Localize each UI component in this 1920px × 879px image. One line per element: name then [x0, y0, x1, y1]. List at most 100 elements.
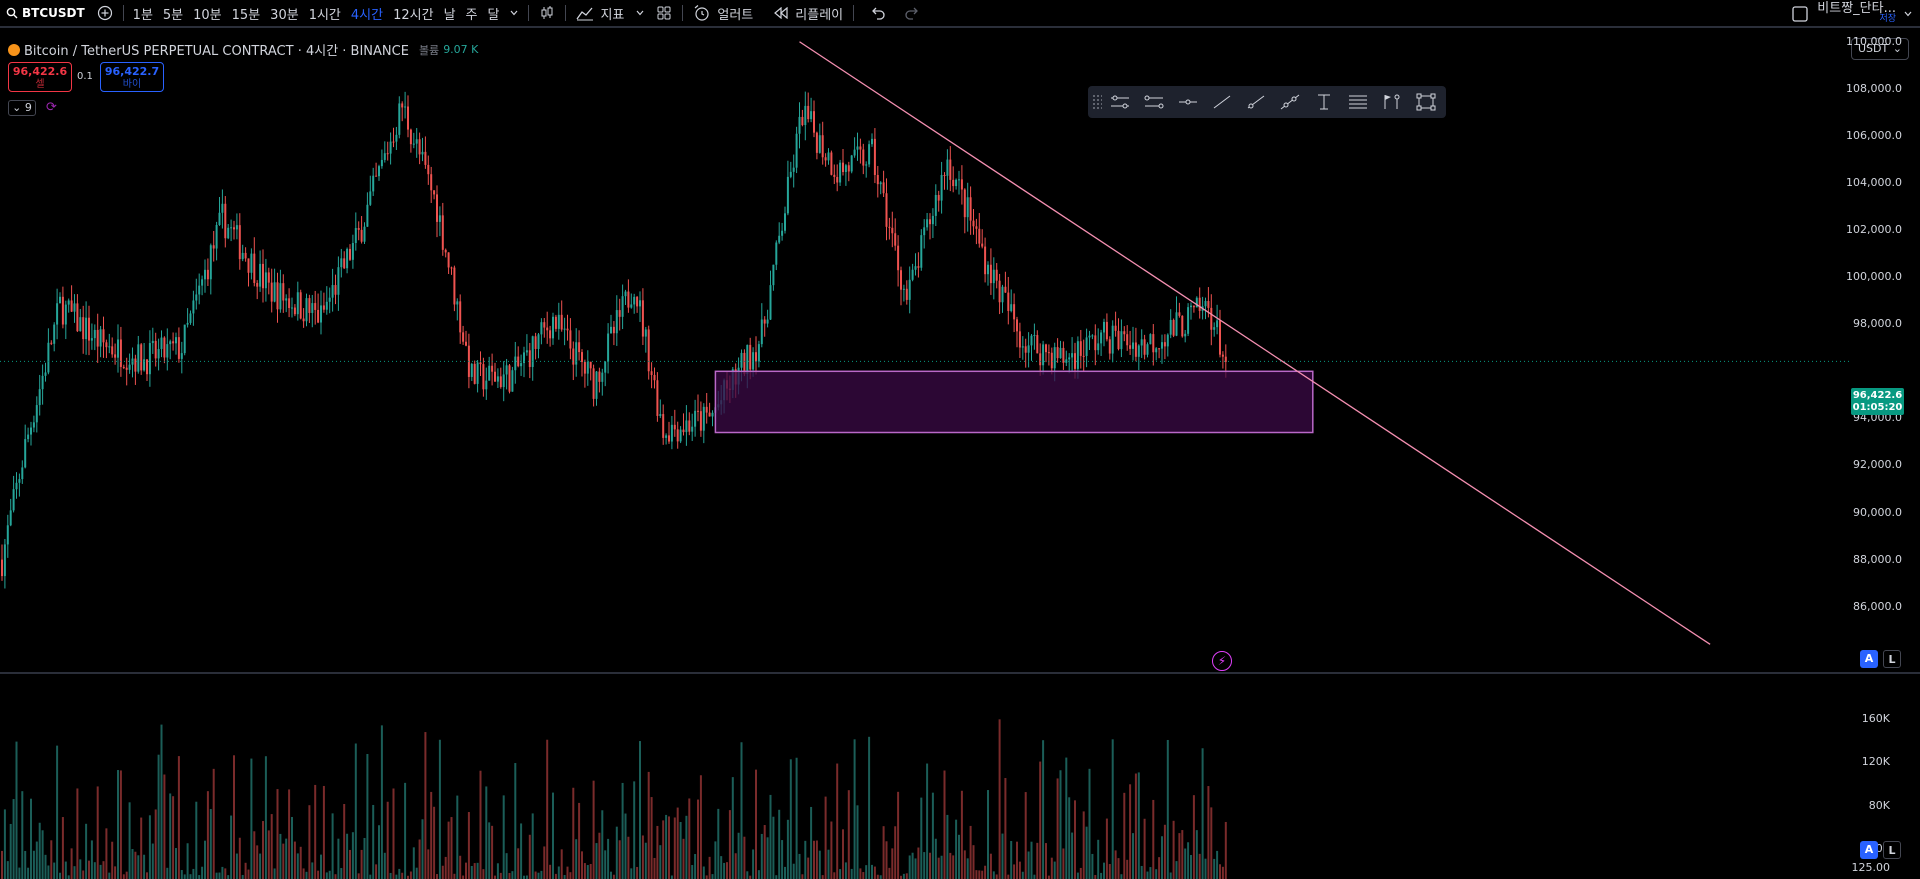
- candle-body: [288, 298, 291, 308]
- extended-line-tool[interactable]: [1274, 88, 1306, 116]
- candle-body: [598, 371, 601, 382]
- timeframe-11[interactable]: 달: [483, 0, 505, 27]
- chart-canvas[interactable]: [0, 30, 1920, 879]
- pane-separator[interactable]: [0, 672, 1920, 674]
- candle-body: [172, 341, 175, 344]
- volume-bar: [885, 841, 888, 879]
- volume-bar: [746, 871, 749, 879]
- candle-body: [653, 374, 656, 381]
- auto-scale-button[interactable]: A: [1860, 650, 1878, 668]
- volume-bar: [32, 850, 35, 879]
- rewind-icon: [773, 7, 789, 19]
- log-scale-button[interactable]: L: [1883, 650, 1901, 668]
- timeframe-2[interactable]: 5분: [158, 0, 188, 27]
- refresh-icon[interactable]: ⟳: [46, 100, 57, 115]
- volume-bar: [189, 874, 192, 879]
- indicators-toggle[interactable]: ⌄ 9: [8, 100, 36, 116]
- volume-bar: [1114, 850, 1117, 879]
- candle-body: [117, 339, 119, 358]
- volume-bar: [404, 782, 407, 879]
- volume-bar: [1059, 770, 1062, 879]
- undo-button[interactable]: [864, 0, 892, 27]
- candle-body: [543, 322, 546, 328]
- timeframe-3[interactable]: 10분: [188, 0, 227, 27]
- candle-body: [902, 288, 905, 290]
- volume-bar: [1178, 833, 1181, 879]
- redo-button[interactable]: [898, 0, 926, 27]
- volume-bar: [1181, 830, 1184, 879]
- timeframe-4[interactable]: 15분: [227, 0, 266, 27]
- candle-body: [349, 248, 351, 260]
- indicators-button[interactable]: 지표: [570, 0, 630, 27]
- horizontal-ray-tool[interactable]: [1172, 88, 1204, 116]
- candle-body: [1, 559, 3, 577]
- volume-bar: [981, 870, 984, 879]
- lightning-icon[interactable]: ⚡: [1212, 651, 1232, 671]
- rectangle-tool[interactable]: [1410, 88, 1442, 116]
- candle-body: [1163, 342, 1166, 347]
- trend-line-tool[interactable]: [1206, 88, 1238, 116]
- layout-checkbox-icon[interactable]: [1791, 5, 1809, 23]
- parallel-channel-tool[interactable]: [1138, 88, 1170, 116]
- timeframe-8[interactable]: 12시간: [388, 0, 438, 27]
- timeframe-5[interactable]: 30분: [265, 0, 304, 27]
- price-tick-label: 108,000.0: [1846, 81, 1902, 95]
- fib-retracement-tool[interactable]: [1342, 88, 1374, 116]
- chart-type-button[interactable]: [533, 0, 561, 27]
- volume-bar: [615, 826, 618, 879]
- replay-button[interactable]: 리플레이: [767, 0, 849, 27]
- layout-grid-button[interactable]: [650, 0, 678, 27]
- candle-body: [1129, 345, 1132, 349]
- trend-angle-tool[interactable]: [1104, 88, 1136, 116]
- timeframe-1[interactable]: 1분: [128, 0, 158, 27]
- timeframe-9[interactable]: 날: [439, 0, 461, 27]
- compare-symbol-button[interactable]: [91, 0, 119, 27]
- candle-body: [1210, 307, 1213, 330]
- volume-bar: [279, 833, 282, 879]
- volume-bar: [18, 867, 21, 879]
- volume-bar: [1071, 832, 1074, 879]
- flag-mark-tool[interactable]: [1376, 88, 1408, 116]
- volume-bar: [122, 874, 125, 879]
- symbol-search[interactable]: BTCUSDT: [0, 0, 91, 27]
- sell-price: 96,422.6: [12, 65, 68, 78]
- candle-body: [299, 292, 302, 319]
- volume-bar: [1201, 748, 1204, 879]
- candle-body: [1192, 305, 1195, 308]
- candle-body: [505, 365, 508, 375]
- layout-name-button[interactable]: 비트짱_단타... 저장: [1817, 2, 1896, 25]
- volume-bar: [963, 850, 966, 879]
- volume-bar: [708, 856, 711, 879]
- candle-body: [989, 264, 992, 284]
- volume-bar: [1024, 792, 1027, 879]
- alert-button[interactable]: 얼러트: [687, 0, 759, 27]
- volume-bar: [427, 849, 430, 879]
- drag-handle-icon[interactable]: [1092, 94, 1102, 110]
- volume-bar: [360, 849, 363, 879]
- volume-bar: [322, 785, 325, 879]
- candle-body: [421, 151, 424, 155]
- chart-area[interactable]: Bitcoin / TetherUS PERPETUAL CONTRACT · …: [0, 30, 1920, 879]
- volume-bar: [926, 763, 929, 879]
- timeframe-6[interactable]: 1시간: [304, 0, 346, 27]
- volume-bar: [1001, 833, 1004, 879]
- volume-auto-scale-button[interactable]: A: [1860, 841, 1878, 859]
- timeframe-dropdown[interactable]: [504, 0, 524, 27]
- volume-bar: [88, 860, 90, 879]
- text-tool[interactable]: [1308, 88, 1340, 116]
- volume-bar: [1155, 869, 1158, 879]
- indicators-dropdown[interactable]: [630, 0, 650, 27]
- candle-body: [485, 380, 488, 390]
- volume-bar: [755, 769, 757, 879]
- chevron-down-icon[interactable]: [1904, 11, 1912, 17]
- sell-button[interactable]: 96,422.6 셀: [8, 62, 72, 92]
- descending-trendline: [799, 41, 1711, 645]
- timeframe-7[interactable]: 4시간: [346, 0, 388, 27]
- ray-tool[interactable]: [1240, 88, 1272, 116]
- timeframe-10[interactable]: 주: [461, 0, 483, 27]
- candle-body: [929, 219, 931, 225]
- candle-body: [1074, 353, 1076, 369]
- volume-log-scale-button[interactable]: L: [1883, 841, 1901, 859]
- candle-body: [215, 224, 218, 249]
- buy-button[interactable]: 96,422.7 바이: [100, 62, 164, 92]
